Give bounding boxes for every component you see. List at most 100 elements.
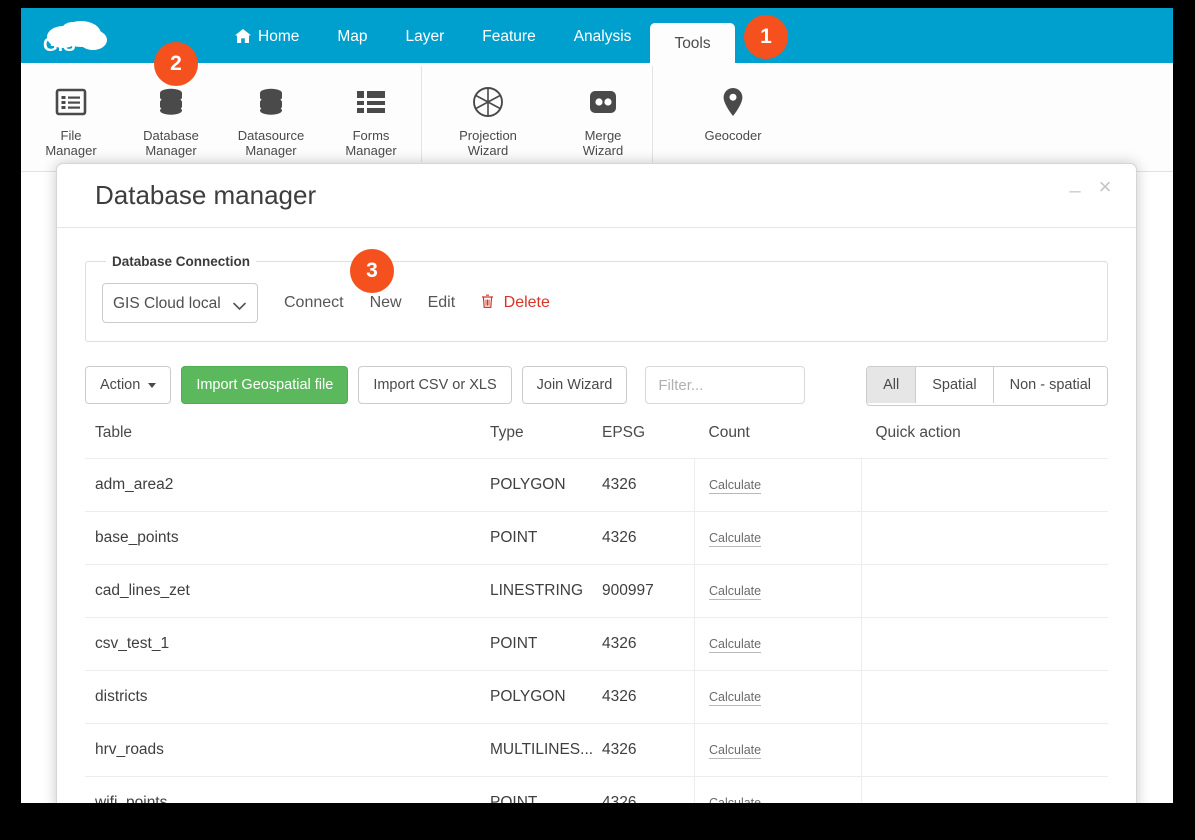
annotation-badge-3: 3: [350, 249, 394, 293]
segment-spatial[interactable]: Spatial: [916, 367, 994, 403]
database-connection-legend: Database Connection: [112, 254, 251, 269]
column-header-epsg: EPSG: [602, 424, 695, 459]
ribbon-item-forms-manager[interactable]: Forms Manager: [321, 63, 421, 158]
dialog-title: Database manager: [95, 180, 317, 210]
cell-epsg: 4326: [602, 458, 695, 512]
action-dropdown-label: Action: [100, 377, 141, 393]
database-manager-icon: [156, 85, 186, 119]
ribbon-item-datasource-manager[interactable]: Datasource Manager: [221, 63, 321, 158]
cell-type: MULTILINES...: [490, 723, 602, 777]
ribbon-item-datasource-manager-label: Datasource Manager: [237, 128, 305, 158]
logo-text: GIS: [43, 35, 76, 56]
datasource-manager-icon: [256, 85, 286, 119]
table-row[interactable]: adm_area2 POLYGON 4326 Calculate: [85, 458, 1108, 512]
cell-table-name: base_points: [85, 511, 490, 565]
edit-connection-link[interactable]: Edit: [428, 294, 456, 312]
table-row[interactable]: hrv_roads MULTILINES... 4326 Calculate: [85, 723, 1108, 777]
cell-type: POLYGON: [490, 670, 602, 724]
segment-non-spatial[interactable]: Non - spatial: [993, 367, 1107, 403]
ribbon-item-forms-manager-label: Forms Manager: [345, 128, 397, 158]
cell-table-name: wifi_points: [85, 776, 490, 803]
table-row[interactable]: districts POLYGON 4326 Calculate: [85, 670, 1108, 724]
import-csv-button[interactable]: Import CSV or XLS: [358, 366, 512, 404]
nav-item-layer[interactable]: Layer: [387, 8, 464, 63]
cell-table-name: cad_lines_zet: [85, 564, 490, 618]
ribbon-item-geocoder-label: Geocoder: [704, 128, 762, 143]
annotation-badge-2: 2: [154, 42, 198, 86]
calculate-link[interactable]: Calculate: [709, 796, 761, 803]
import-geospatial-button[interactable]: Import Geospatial file: [181, 366, 349, 404]
table-row[interactable]: csv_test_1 POINT 4326 Calculate: [85, 617, 1108, 671]
cell-table-name: districts: [85, 670, 490, 724]
file-manager-icon: [55, 85, 87, 119]
ribbon-item-projection-wizard-label: Projection Wizard: [459, 128, 517, 158]
table-row[interactable]: cad_lines_zet LINESTRING 900997 Calculat…: [85, 564, 1108, 618]
cell-quick-action: [861, 776, 1108, 803]
calculate-link[interactable]: Calculate: [709, 690, 762, 706]
table-row[interactable]: base_points POINT 4326 Calculate: [85, 511, 1108, 565]
cell-epsg: 4326: [602, 511, 695, 565]
table-row[interactable]: wifi_points POINT 4326 Calculate: [85, 776, 1108, 803]
nav-item-analysis-label: Analysis: [573, 27, 632, 45]
ribbon-item-merge-wizard[interactable]: Merge Wizard: [554, 63, 652, 158]
nav-item-feature-label: Feature: [482, 27, 536, 45]
ribbon-item-file-manager[interactable]: File Manager: [21, 63, 121, 158]
cell-epsg: 4326: [602, 776, 695, 803]
action-dropdown-button[interactable]: Action: [85, 366, 172, 404]
column-header-table: Table: [85, 424, 490, 459]
delete-connection-link[interactable]: Delete: [481, 294, 550, 312]
action-toolbar: Action Import Geospatial file Import CSV…: [85, 366, 1108, 406]
navbar-items: Home Map Layer Feature Analysis Tools: [216, 8, 735, 63]
new-connection-link[interactable]: New: [370, 294, 402, 312]
calculate-link[interactable]: Calculate: [709, 743, 762, 759]
ribbon-item-file-manager-label: File Manager: [45, 128, 97, 158]
home-icon: [235, 28, 251, 47]
cell-type: POINT: [490, 617, 602, 671]
projection-wizard-icon: [472, 85, 504, 119]
trash-icon: [481, 294, 498, 311]
delete-connection-label: Delete: [503, 294, 550, 311]
nav-item-tools[interactable]: Tools: [650, 23, 735, 63]
filter-segmented-control: All Spatial Non - spatial: [866, 366, 1108, 406]
table-header-row: Table Type EPSG Count Quick action: [85, 424, 1108, 459]
cell-table-name: csv_test_1: [85, 617, 490, 671]
screen: GIS Home Map Layer Feature Analysis Tool…: [0, 0, 1195, 840]
cell-type: POINT: [490, 776, 602, 803]
filter-input[interactable]: [645, 366, 806, 404]
database-tables-table: Table Type EPSG Count Quick action adm_a…: [85, 424, 1108, 803]
segment-all[interactable]: All: [867, 367, 917, 403]
nav-item-tools-label: Tools: [674, 35, 711, 53]
nav-item-feature[interactable]: Feature: [463, 8, 554, 63]
tables-list: Table Type EPSG Count Quick action adm_a…: [85, 424, 1108, 803]
cell-quick-action: [861, 723, 1108, 777]
ribbon-item-geocoder[interactable]: Geocoder: [653, 63, 813, 143]
dialog-body: Database Connection GIS Cloud local Conn…: [57, 228, 1136, 803]
cell-epsg: 4326: [602, 670, 695, 724]
column-header-quick-action: Quick action: [861, 424, 1108, 459]
nav-item-analysis[interactable]: Analysis: [555, 8, 651, 63]
ribbon-item-merge-wizard-label: Merge Wizard: [582, 128, 624, 158]
cell-epsg: 900997: [602, 564, 695, 618]
merge-wizard-icon: [588, 85, 618, 119]
join-wizard-button[interactable]: Join Wizard: [521, 366, 628, 404]
cell-quick-action: [861, 511, 1108, 565]
calculate-link[interactable]: Calculate: [709, 478, 762, 494]
connect-link[interactable]: Connect: [284, 294, 344, 312]
connection-select[interactable]: GIS Cloud local: [102, 283, 258, 323]
gis-cloud-logo[interactable]: GIS: [35, 15, 115, 60]
cell-epsg: 4326: [602, 723, 695, 777]
calculate-link[interactable]: Calculate: [709, 531, 762, 547]
cell-quick-action: [861, 564, 1108, 618]
calculate-link[interactable]: Calculate: [709, 637, 762, 653]
dialog-header: Database manager – ×: [57, 164, 1136, 228]
calculate-link[interactable]: Calculate: [709, 584, 762, 600]
nav-item-home[interactable]: Home: [216, 8, 318, 63]
cell-type: POLYGON: [490, 458, 602, 512]
nav-item-map[interactable]: Map: [318, 8, 386, 63]
ribbon-item-database-manager-label: Database Manager: [143, 128, 199, 158]
minimize-button[interactable]: –: [1066, 181, 1084, 204]
ribbon-group-managers: File Manager Database Manager Datasource…: [21, 63, 421, 163]
close-icon[interactable]: ×: [1094, 176, 1116, 198]
ribbon-item-projection-wizard[interactable]: Projection Wizard: [422, 63, 554, 158]
forms-manager-icon: [356, 85, 386, 119]
